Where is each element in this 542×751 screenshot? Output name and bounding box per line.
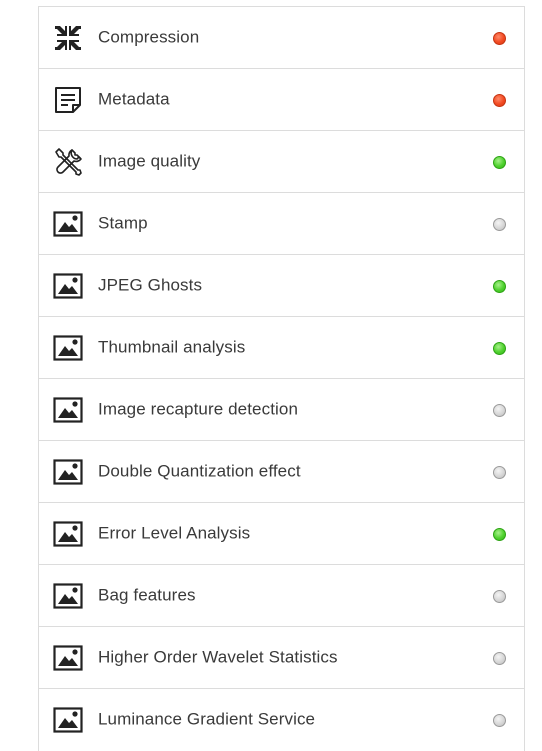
check-label: Thumbnail analysis xyxy=(98,337,246,357)
document-icon xyxy=(51,83,85,117)
status-indicator-green xyxy=(493,527,506,541)
check-row-image-recapture-detection[interactable]: Image recapture detection xyxy=(39,379,524,441)
tools-icon xyxy=(51,145,85,179)
check-row-thumbnail-analysis[interactable]: Thumbnail analysis xyxy=(39,317,524,379)
check-label: Double Quantization effect xyxy=(98,461,301,481)
image-icon xyxy=(51,207,85,241)
check-row-image-quality[interactable]: Image quality xyxy=(39,131,524,193)
image-icon xyxy=(51,393,85,427)
status-indicator-gray xyxy=(493,217,506,231)
check-row-bag-features[interactable]: Bag features xyxy=(39,565,524,627)
status-indicator-gray xyxy=(493,589,506,603)
compress-icon xyxy=(51,21,85,55)
status-indicator-gray xyxy=(493,714,506,727)
status-indicator-green xyxy=(493,341,506,355)
check-row-compression[interactable]: Compression xyxy=(39,7,524,69)
analysis-checklist: Compression Metadata Image quality Stamp… xyxy=(38,6,525,751)
check-row-metadata[interactable]: Metadata xyxy=(39,69,524,131)
status-indicator-red xyxy=(493,31,506,45)
check-label: Image quality xyxy=(98,151,201,171)
image-icon xyxy=(51,703,85,737)
check-label: Higher Order Wavelet Statistics xyxy=(98,647,338,667)
check-label: Image recapture detection xyxy=(98,399,299,419)
check-row-error-level-analysis[interactable]: Error Level Analysis xyxy=(39,503,524,565)
check-row-luminance-gradient-service[interactable]: Luminance Gradient Service xyxy=(39,689,524,751)
check-label: Metadata xyxy=(98,89,170,109)
status-indicator-gray xyxy=(493,465,506,479)
check-label: Stamp xyxy=(98,213,148,233)
image-icon xyxy=(51,641,85,675)
check-row-double-quantization-effect[interactable]: Double Quantization effect xyxy=(39,441,524,503)
image-icon xyxy=(51,517,85,551)
check-label: Bag features xyxy=(98,585,196,605)
status-indicator-red xyxy=(493,93,506,107)
status-indicator-green xyxy=(493,155,506,169)
image-icon xyxy=(51,579,85,613)
check-label: Luminance Gradient Service xyxy=(98,709,316,729)
status-indicator-gray xyxy=(493,651,506,665)
image-icon xyxy=(51,269,85,303)
image-icon xyxy=(51,331,85,365)
status-indicator-green xyxy=(493,279,506,293)
image-icon xyxy=(51,455,85,489)
check-label: JPEG Ghosts xyxy=(98,275,203,295)
check-row-stamp[interactable]: Stamp xyxy=(39,193,524,255)
check-label: Compression xyxy=(98,27,200,47)
check-row-jpeg-ghosts[interactable]: JPEG Ghosts xyxy=(39,255,524,317)
status-indicator-gray xyxy=(493,403,506,417)
check-label: Error Level Analysis xyxy=(98,523,251,543)
check-row-higher-order-wavelet-statistics[interactable]: Higher Order Wavelet Statistics xyxy=(39,627,524,689)
